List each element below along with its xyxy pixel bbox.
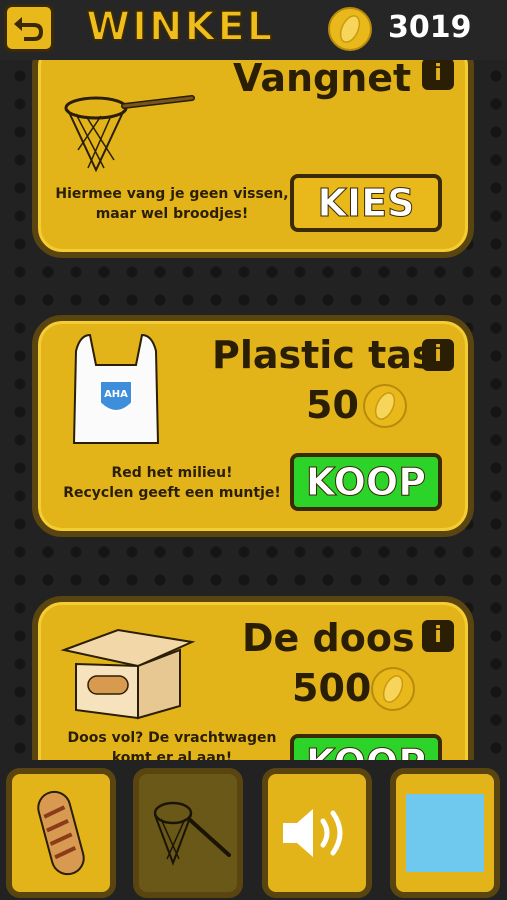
info-button[interactable]: i xyxy=(422,620,454,652)
plastic-bag-icon: AHA xyxy=(72,333,160,444)
bottom-tab-bar xyxy=(0,760,507,900)
tab-food[interactable] xyxy=(6,768,116,898)
kies-button[interactable]: KIES xyxy=(290,174,442,232)
item-price: 500 xyxy=(292,666,372,710)
item-description: Red het milieu! Recyclen geeft een muntj… xyxy=(52,463,292,503)
net-icon xyxy=(64,95,195,173)
coin-icon xyxy=(327,6,373,56)
tab-sound[interactable] xyxy=(262,768,372,898)
item-name: De doos xyxy=(242,616,415,660)
top-bar: WINKEL 3019 xyxy=(0,0,507,60)
net-icon xyxy=(153,801,231,866)
item-description-line1: Red het milieu! xyxy=(111,465,233,481)
koop-button[interactable]: KOOP xyxy=(290,453,442,511)
tab-background[interactable] xyxy=(390,768,500,898)
speaker-icon xyxy=(283,809,343,857)
item-description-line1: Hiermee vang je geen vissen, xyxy=(55,186,289,202)
page-title: WINKEL xyxy=(85,3,275,51)
back-button[interactable] xyxy=(4,4,54,52)
blue-square-icon xyxy=(406,794,484,872)
coin-balance: 3019 xyxy=(388,10,472,45)
price-coin-icon xyxy=(362,383,408,433)
item-name: Vangnet xyxy=(233,56,412,100)
bag-logo-text: AHA xyxy=(104,389,128,400)
item-description-line1: Doos vol? De vrachtwagen xyxy=(67,730,277,746)
sausage-roll-icon xyxy=(37,790,85,876)
item-description: Hiermee vang je geen vissen, maar wel br… xyxy=(52,184,292,224)
shop-item-plastic-tas: Plastic tas i AHA 50 Red het milieu! Rec… xyxy=(32,315,474,537)
info-button[interactable]: i xyxy=(422,339,454,371)
tab-nets[interactable] xyxy=(133,768,243,898)
item-price: 50 xyxy=(306,383,359,427)
back-arrow-icon xyxy=(14,17,43,41)
item-description-line2: Recyclen geeft een muntje! xyxy=(63,485,281,501)
cardboard-box-icon xyxy=(60,628,196,720)
info-button[interactable]: i xyxy=(422,58,454,90)
item-name: Plastic tas xyxy=(212,333,435,377)
shop-item-vangnet: Vangnet i Hiermee vang je geen vissen, m… xyxy=(32,36,474,258)
item-description-line2: maar wel broodjes! xyxy=(95,206,249,222)
price-coin-icon xyxy=(370,666,416,716)
